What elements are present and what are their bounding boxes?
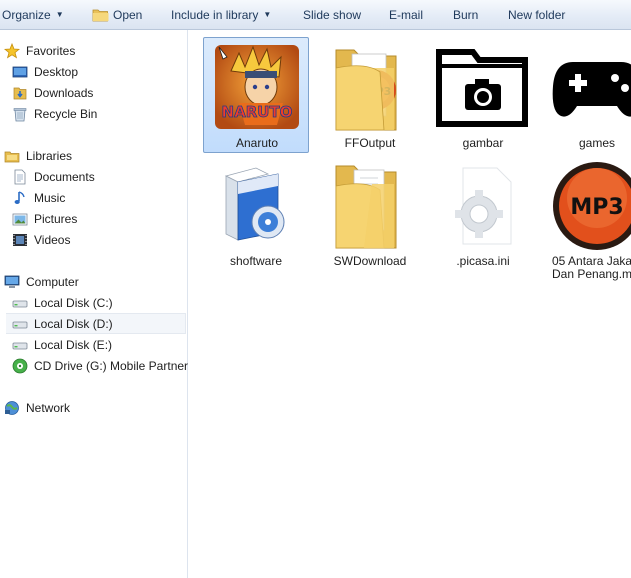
hard-drive-icon	[12, 300, 28, 307]
file-name-shoftware: shoftware	[229, 254, 283, 268]
local-disk-e-label: Local Disk (E:)	[34, 337, 113, 352]
desktop-icon	[12, 66, 28, 77]
folder-open-icon	[92, 9, 109, 21]
nav-videos[interactable]: Videos	[12, 229, 70, 250]
nav-network[interactable]: Network	[4, 397, 70, 418]
file-item-picasa-ini[interactable]: .picasa.ini	[430, 155, 536, 273]
naruto-logo-text: NARUTO	[222, 103, 293, 121]
recycle-bin-icon	[13, 107, 27, 121]
local-disk-d-label: Local Disk (D:)	[34, 316, 113, 331]
command-bar: Organize ▼ Open Include in library ▼ Sli…	[0, 0, 631, 30]
network-icon	[5, 400, 19, 415]
file-item-shoftware[interactable]: shoftware	[203, 155, 309, 273]
cd-drive-icon	[12, 358, 28, 373]
mp3-file-icon: MP3	[553, 162, 631, 250]
file-item-gambar[interactable]: gambar	[430, 37, 536, 155]
nav-downloads[interactable]: Downloads	[12, 82, 93, 103]
downloads-icon	[13, 87, 27, 99]
folder-icon	[335, 165, 397, 249]
music-note-icon	[14, 190, 25, 204]
nav-desktop[interactable]: Desktop	[12, 61, 78, 82]
computer-icon	[4, 275, 20, 288]
downloads-label: Downloads	[34, 85, 94, 100]
nav-documents[interactable]: Documents	[12, 166, 95, 187]
local-disk-c-label: Local Disk (C:)	[34, 295, 113, 310]
nav-libraries[interactable]: Libraries	[4, 145, 72, 166]
chevron-down-icon: ▼	[55, 10, 64, 19]
file-name-anaruto: Anaruto	[235, 136, 279, 150]
nav-local-disk-e[interactable]: Local Disk (E:)	[12, 334, 112, 355]
folder-icon: MP3	[335, 49, 397, 131]
nav-cd-drive-g[interactable]: CD Drive (G:) Mobile Partner	[12, 355, 188, 376]
email-label: E-mail	[389, 7, 424, 22]
nav-computer[interactable]: Computer	[4, 271, 79, 292]
file-item-anaruto[interactable]: NARUTO Anaruto	[203, 37, 309, 153]
slide-show-label: Slide show	[303, 7, 362, 22]
file-item-mp3[interactable]: MP3 05 Antara Jakarta Dan Penang.mp3	[544, 155, 631, 281]
include-label: Include in library	[171, 7, 259, 22]
star-icon	[4, 42, 20, 58]
libraries-icon	[4, 151, 20, 162]
open-button[interactable]: Open	[92, 0, 142, 30]
nav-local-disk-d[interactable]: Local Disk (D:)	[6, 313, 186, 334]
pictures-icon	[12, 213, 28, 225]
cd-drive-label: CD Drive (G:) Mobile Partner	[34, 358, 189, 373]
documents-label: Documents	[34, 169, 95, 184]
file-name-ffoutput: FFOutput	[344, 136, 396, 150]
desktop-label: Desktop	[34, 64, 79, 79]
documents-icon	[14, 169, 26, 184]
burn-label: Burn	[453, 7, 479, 22]
organize-button[interactable]: Organize ▼	[2, 0, 64, 30]
favorites-label: Favorites	[26, 43, 76, 58]
file-name-games: games	[578, 136, 616, 150]
open-label: Open	[113, 7, 143, 22]
nav-pictures[interactable]: Pictures	[12, 208, 77, 229]
nav-music[interactable]: Music	[12, 187, 65, 208]
libraries-label: Libraries	[26, 148, 73, 163]
burn-button[interactable]: Burn	[453, 0, 478, 30]
camera-folder-icon	[436, 49, 528, 127]
nav-recycle-bin[interactable]: Recycle Bin	[12, 103, 97, 124]
new-folder-label: New folder	[508, 7, 566, 22]
anaruto-thumbnail: NARUTO	[215, 45, 299, 129]
settings-file-icon	[455, 167, 512, 245]
mp3-badge-text: MP3	[570, 195, 623, 220]
music-label: Music	[34, 190, 66, 205]
file-name-mp3: 05 Antara Jakarta Dan Penang.mp3	[552, 255, 631, 281]
recycle-bin-label: Recycle Bin	[34, 106, 98, 121]
slide-show-button[interactable]: Slide show	[303, 0, 361, 30]
computer-label: Computer	[26, 274, 79, 289]
network-label: Network	[26, 400, 71, 415]
navigation-pane: Favorites Desktop Downloads Recycle Bin …	[0, 30, 188, 578]
videos-label: Videos	[34, 232, 71, 247]
file-item-games[interactable]: games	[544, 37, 631, 155]
include-in-library-button[interactable]: Include in library ▼	[171, 0, 271, 30]
file-name-picasa-ini: .picasa.ini	[456, 254, 510, 268]
file-item-ffoutput[interactable]: MP3 FFOutput	[317, 37, 423, 155]
email-button[interactable]: E-mail	[389, 0, 423, 30]
software-box-icon	[224, 167, 285, 241]
hard-drive-icon	[12, 321, 28, 328]
file-list-pane: NARUTO Anaruto MP3 FFOutput gamb	[189, 30, 631, 578]
new-folder-button[interactable]: New folder	[508, 0, 565, 30]
videos-icon	[13, 233, 27, 246]
organize-label: Organize	[2, 7, 51, 22]
hard-drive-icon	[12, 342, 28, 349]
chevron-down-icon: ▼	[263, 10, 272, 19]
file-name-mp3-line2: Dan Penang.mp3	[552, 267, 631, 281]
nav-favorites[interactable]: Favorites	[4, 40, 75, 61]
pictures-label: Pictures	[34, 211, 78, 226]
file-name-swdownload: SWDownload	[333, 254, 407, 268]
file-name-gambar: gambar	[462, 136, 504, 150]
gamepad-icon	[552, 62, 631, 117]
file-item-swdownload[interactable]: SWDownload	[317, 155, 423, 273]
nav-local-disk-c[interactable]: Local Disk (C:)	[12, 292, 113, 313]
